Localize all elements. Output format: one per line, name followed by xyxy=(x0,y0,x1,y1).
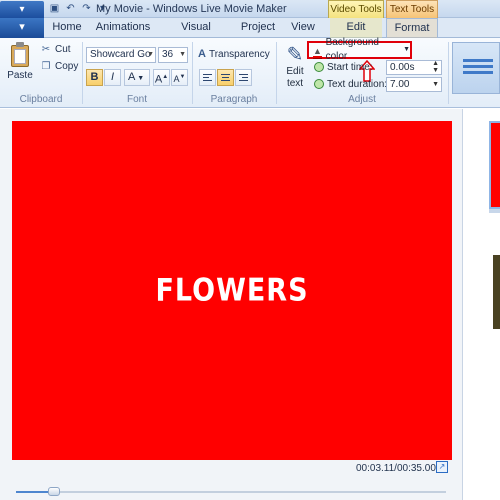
start-time-input[interactable]: 0.00s ▲ ▼ xyxy=(386,60,442,75)
spinner-icon[interactable]: ▲ ▼ xyxy=(432,60,439,74)
cut-button[interactable]: ✂ Cut xyxy=(40,41,71,57)
align-left-button[interactable] xyxy=(199,69,216,86)
copy-label: Copy xyxy=(55,60,79,72)
context-label-video-tools: Video Tools xyxy=(328,0,384,18)
seek-bar[interactable] xyxy=(16,487,446,496)
file-tab[interactable]: ▾ xyxy=(0,18,44,38)
tab-visual-effects[interactable]: Visual Effects xyxy=(164,18,228,52)
transparency-label: Transparency xyxy=(208,48,270,60)
italic-button[interactable]: I xyxy=(104,69,121,86)
clock-icon xyxy=(314,62,324,72)
align-right-button[interactable] xyxy=(235,69,252,86)
tab-edit[interactable]: Edit xyxy=(330,18,382,38)
copy-button[interactable]: ❐ Copy xyxy=(40,58,79,74)
redo-icon[interactable]: ↷ xyxy=(80,2,93,15)
undo-icon[interactable]: ↶ xyxy=(64,2,77,15)
paste-icon xyxy=(10,42,30,68)
grow-font-button[interactable]: A▲ xyxy=(153,69,170,86)
context-label-text-tools: Text Tools xyxy=(386,0,438,18)
align-center-button[interactable] xyxy=(217,69,234,86)
tab-view[interactable]: View xyxy=(288,18,318,38)
main-area: FLOWERS 00:03.11/00:35.00 ↗ xyxy=(0,109,500,500)
storyboard-clip-title[interactable] xyxy=(489,121,500,209)
bold-button[interactable]: B xyxy=(86,69,103,86)
scissors-icon: ✂ xyxy=(41,43,51,55)
transparency-icon: A xyxy=(198,48,206,60)
edit-text-label-line1: Edit xyxy=(286,66,304,77)
paste-button[interactable]: Paste xyxy=(6,42,34,81)
font-family-dropdown[interactable]: Showcard Go ▼ xyxy=(86,47,156,63)
edit-text-button[interactable]: ✎ Edit text xyxy=(284,44,306,90)
pencil-icon: ✎ xyxy=(286,44,304,66)
chevron-down-icon: ▼ xyxy=(179,51,186,58)
caption-text[interactable]: FLOWERS xyxy=(12,96,452,486)
text-duration-input[interactable]: 7.00 ▼ xyxy=(386,77,442,92)
transparency-button[interactable]: A Transparency xyxy=(198,48,270,60)
font-color-button[interactable]: A ▼ xyxy=(124,69,150,86)
storyboard-clip-video[interactable] xyxy=(493,255,500,329)
cut-label: Cut xyxy=(55,43,71,55)
tab-home[interactable]: Home xyxy=(50,18,84,38)
text-duration-label-row: Text duration: xyxy=(314,76,387,92)
paint-bucket-icon: ▲ xyxy=(313,44,323,59)
fullscreen-icon[interactable]: ↗ xyxy=(436,461,448,473)
tab-animations[interactable]: Animations xyxy=(94,18,152,38)
clock-icon xyxy=(314,79,324,89)
ribbon-tab-row: ▾ Home Animations Visual Effects Project… xyxy=(0,18,500,52)
background-color-button[interactable]: ▲ Background color ▼ xyxy=(307,37,412,62)
copy-icon: ❐ xyxy=(41,60,51,72)
paste-label: Paste xyxy=(7,70,33,81)
title-bar: ▾ ▣ ↶ ↷ ▾ My Movie - Windows Live Movie … xyxy=(0,0,500,18)
edit-text-label-line2: text xyxy=(286,78,304,89)
text-duration-value: 7.00 xyxy=(390,79,410,90)
seek-bar-thumb[interactable] xyxy=(48,487,60,496)
timecode: 00:03.11/00:35.00 xyxy=(356,463,436,474)
preview-pane: FLOWERS 00:03.11/00:35.00 ↗ xyxy=(0,109,462,500)
effects-gallery-item[interactable] xyxy=(452,42,500,94)
font-family-value: Showcard Go xyxy=(90,49,151,60)
start-time-label: Start time: xyxy=(327,61,373,73)
window-title: My Movie - Windows Live Movie Maker xyxy=(96,3,287,15)
app-menu-button[interactable]: ▾ xyxy=(0,1,44,18)
text-duration-label: Text duration: xyxy=(327,78,388,90)
font-size-dropdown[interactable]: 36 ▼ xyxy=(158,47,188,63)
chevron-down-icon: ▼ xyxy=(147,51,154,58)
start-time-label-row: Start time: xyxy=(314,59,373,75)
chevron-down-icon[interactable]: ▼ xyxy=(432,81,439,88)
text-effect-icon xyxy=(463,59,493,77)
start-time-value: 0.00s xyxy=(390,62,415,73)
video-preview[interactable]: FLOWERS xyxy=(12,121,452,460)
font-size-value: 36 xyxy=(162,49,174,60)
chevron-down-icon: ▼ xyxy=(403,46,410,53)
tab-project[interactable]: Project xyxy=(238,18,278,38)
chevron-down-icon: ▼ xyxy=(135,75,145,82)
shrink-font-button[interactable]: A▼ xyxy=(171,69,188,86)
storyboard-pane xyxy=(462,109,500,500)
clip-caption-strip xyxy=(489,209,500,213)
save-icon[interactable]: ▣ xyxy=(48,2,61,15)
